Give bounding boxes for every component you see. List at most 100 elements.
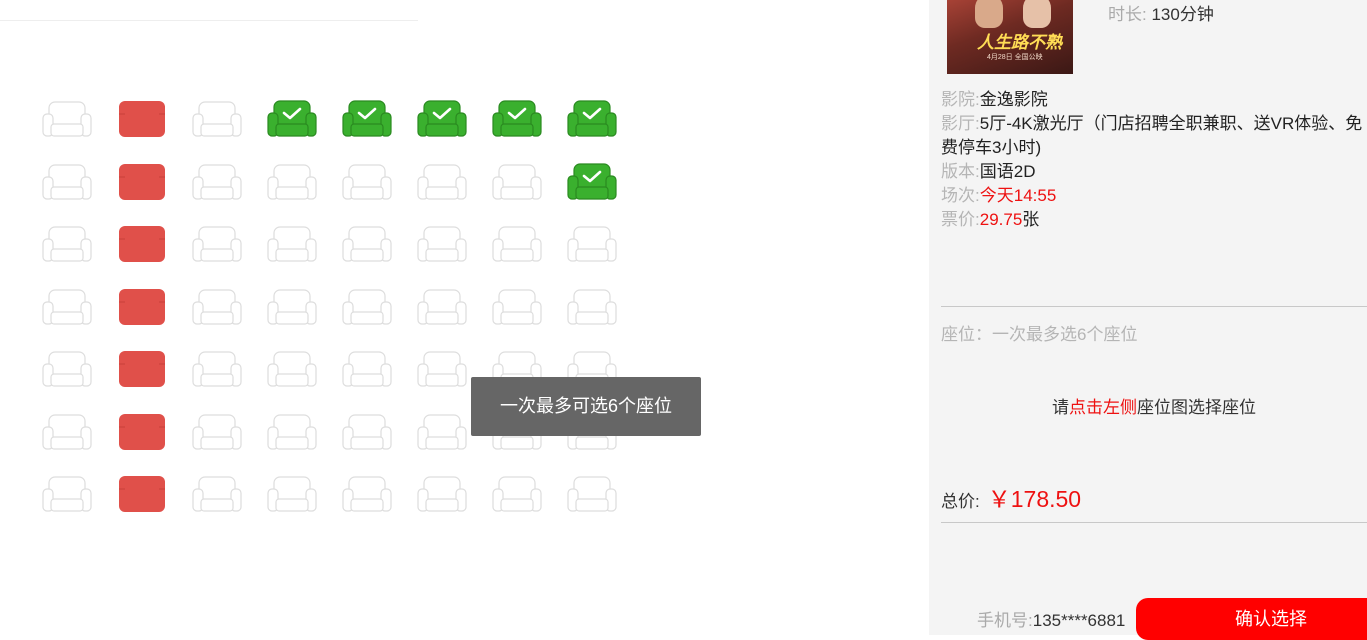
hint-suffix: 座位图选择座位 — [1137, 398, 1256, 417]
phone-label: 手机号: — [977, 611, 1033, 630]
seat-available-icon[interactable] — [41, 100, 95, 140]
poster-figure — [1023, 0, 1051, 28]
total-label: 总价: — [941, 492, 980, 511]
seat-available-icon[interactable] — [191, 475, 245, 515]
seat-sold-icon — [116, 163, 170, 203]
seat-available-icon[interactable] — [491, 225, 545, 265]
cinema-value: 金逸影院 — [979, 90, 1048, 109]
seat-row — [41, 288, 641, 351]
seat-sold-icon — [116, 100, 170, 140]
seat-available-icon[interactable] — [341, 288, 395, 328]
seat-available-icon[interactable] — [191, 350, 245, 390]
hint-prefix: 请 — [1052, 398, 1069, 417]
seat-available-icon[interactable] — [266, 163, 320, 203]
cinema-row: 影院:金逸影院 — [941, 88, 1367, 112]
poster-figure — [975, 0, 1003, 28]
seat-available-icon[interactable] — [416, 163, 470, 203]
seat-available-icon[interactable] — [266, 413, 320, 453]
version-label: 版本: — [941, 162, 980, 181]
seat-selected-icon[interactable] — [566, 162, 620, 203]
seat-map — [41, 100, 641, 538]
seat-sold-icon — [116, 475, 170, 515]
seat-available-icon[interactable] — [41, 350, 95, 390]
phone-value: 135****6881 — [1032, 611, 1126, 630]
hint-highlight: 点击左侧 — [1069, 398, 1137, 417]
seat-available-icon[interactable] — [491, 288, 545, 328]
seat-available-icon[interactable] — [41, 475, 95, 515]
seat-available-icon[interactable] — [566, 288, 620, 328]
phone-number: 手机号:135****6881 — [977, 606, 1125, 631]
seat-selection-hint: 请点击左侧座位图选择座位 — [929, 393, 1367, 418]
toast-message: 一次最多可选6个座位 — [471, 377, 701, 436]
seat-selected-icon[interactable] — [491, 100, 545, 140]
poster-artwork-date: 4月28日 全国公映 — [987, 54, 1043, 61]
seat-available-icon[interactable] — [566, 225, 620, 265]
seat-available-icon[interactable] — [566, 475, 620, 515]
seat-available-icon[interactable] — [341, 475, 395, 515]
seat-available-icon[interactable] — [341, 225, 395, 265]
seat-available-icon[interactable] — [266, 225, 320, 265]
seat-selected-icon[interactable] — [341, 100, 395, 140]
seat-available-icon[interactable] — [341, 350, 395, 390]
poster-artwork-title: 人生路不熟 — [977, 33, 1062, 52]
movie-info: 影院:金逸影院 影厅:5厅-4K激光厅（门店招聘全职兼职、送VR体验、免费停车3… — [941, 88, 1367, 232]
seat-available-icon[interactable] — [191, 163, 245, 203]
order-sidebar: 人生路不熟 4月28日 全国公映 时长: 130分钟 影院:金逸影院 影厅:5厅… — [929, 0, 1367, 640]
seat-available-icon[interactable] — [416, 413, 470, 453]
hall-label: 影厅: — [941, 114, 980, 133]
hall-row: 影厅:5厅-4K激光厅（门店招聘全职兼职、送VR体验、免费停车3小时) — [941, 112, 1367, 160]
seat-available-icon[interactable] — [416, 475, 470, 515]
price-value: 29.75 — [979, 210, 1023, 229]
movie-poster: 人生路不熟 4月28日 全国公映 — [947, 0, 1073, 74]
seat-row — [41, 475, 641, 538]
seat-available-icon[interactable] — [341, 413, 395, 453]
seat-available-icon[interactable] — [491, 163, 545, 203]
total-price: 总价: ￥178.50 — [941, 480, 1081, 514]
seat-available-icon[interactable] — [416, 350, 470, 390]
top-divider — [0, 20, 418, 21]
price-row: 票价:29.75张 — [941, 208, 1367, 232]
seat-available-icon[interactable] — [191, 225, 245, 265]
duration-label: 时长: — [1108, 5, 1147, 24]
movie-duration: 时长: 130分钟 — [1108, 0, 1214, 25]
seat-available-icon[interactable] — [266, 475, 320, 515]
seat-available-icon[interactable] — [41, 163, 95, 203]
seat-available-icon[interactable] — [266, 350, 320, 390]
seat-selected-icon[interactable] — [566, 100, 620, 140]
seat-sold-icon — [116, 225, 170, 265]
seat-available-icon[interactable] — [191, 100, 245, 140]
seat-available-icon[interactable] — [41, 225, 95, 265]
seat-available-icon[interactable] — [416, 225, 470, 265]
duration-value: 130分钟 — [1151, 5, 1214, 24]
seat-row — [41, 225, 641, 288]
total-amount: ￥178.50 — [987, 486, 1082, 512]
divider — [941, 522, 1367, 523]
seat-limit-label: 座位：一次最多选6个座位 — [941, 325, 1138, 344]
price-label: 票价: — [941, 210, 980, 229]
seat-selected-icon[interactable] — [416, 100, 470, 140]
seat-available-icon[interactable] — [416, 288, 470, 328]
seat-sold-icon — [116, 288, 170, 328]
seat-available-icon[interactable] — [266, 288, 320, 328]
showtime-row: 场次:今天14:55 — [941, 184, 1367, 208]
version-row: 版本:国语2D — [941, 160, 1367, 184]
seat-selected-icon[interactable] — [266, 100, 320, 140]
showtime-label: 场次: — [941, 186, 980, 205]
seat-available-icon[interactable] — [191, 413, 245, 453]
divider — [941, 306, 1367, 307]
seat-sold-icon — [116, 413, 170, 453]
seat-available-icon[interactable] — [341, 163, 395, 203]
seat-row — [41, 162, 641, 226]
cinema-label: 影院: — [941, 90, 980, 109]
seat-row — [41, 100, 641, 163]
showtime-value: 今天14:55 — [979, 186, 1057, 205]
seat-sold-icon — [116, 350, 170, 390]
confirm-button[interactable]: 确认选择 — [1136, 598, 1367, 640]
price-unit: 张 — [1022, 210, 1040, 229]
seat-available-icon[interactable] — [41, 288, 95, 328]
version-value: 国语2D — [979, 162, 1036, 181]
seat-available-icon[interactable] — [491, 475, 545, 515]
seat-available-icon[interactable] — [191, 288, 245, 328]
hall-value: 5厅-4K激光厅（门店招聘全职兼职、送VR体验、免费停车3小时) — [941, 114, 1363, 157]
seat-available-icon[interactable] — [41, 413, 95, 453]
